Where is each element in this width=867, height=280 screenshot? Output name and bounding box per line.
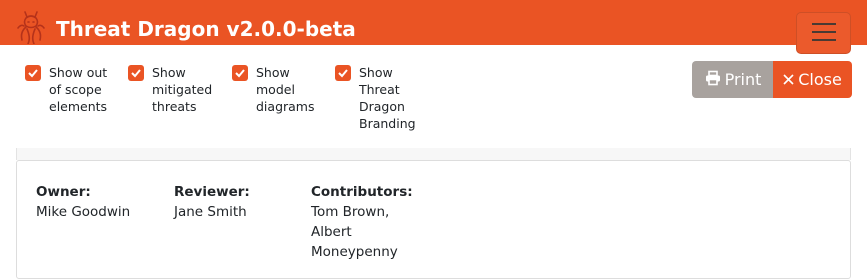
option-label-line: diagrams — [256, 99, 315, 114]
contributors-value: Tom Brown, — [311, 204, 390, 220]
card-header-strip — [16, 148, 851, 160]
checkbox-branding[interactable] — [335, 65, 351, 81]
option-label-line: Show — [359, 65, 393, 80]
option-label-line: Threat — [359, 82, 400, 97]
option-label-line: Branding — [359, 116, 416, 131]
hamburger-icon — [812, 23, 836, 25]
close-label: Close — [798, 70, 842, 89]
model-info-card: Owner: Mike Goodwin Reviewer: Jane Smith… — [16, 160, 851, 279]
option-label: Show out of scope elements — [49, 64, 107, 115]
hamburger-bar — [812, 39, 836, 41]
checkbox-model-diagrams[interactable] — [232, 65, 248, 81]
reviewer-value: Jane Smith — [174, 204, 247, 220]
reviewer-section: Reviewer: Jane Smith — [174, 182, 250, 222]
option-label-line: Show — [152, 65, 186, 80]
close-button[interactable]: Close — [773, 61, 852, 98]
option-label-line: threats — [152, 99, 197, 114]
contributors-section: Contributors: Tom Brown, Albert Moneypen… — [311, 182, 413, 262]
checkbox-mitigated-threats[interactable] — [128, 65, 144, 81]
option-show-branding[interactable]: Show Threat Dragon Branding — [335, 64, 416, 132]
owner-value: Mike Goodwin — [36, 204, 131, 220]
navbar: Threat Dragon v2.0.0-beta — [0, 0, 867, 54]
contributors-heading: Contributors: — [311, 184, 413, 200]
checkmark-icon — [28, 69, 38, 78]
option-label-line: mitigated — [152, 82, 213, 97]
owner-heading: Owner: — [36, 184, 91, 200]
option-label-line: of scope — [49, 82, 102, 97]
option-label-line: Show — [256, 65, 290, 80]
contributors-value: Moneypenny — [311, 244, 398, 260]
option-label-line: elements — [49, 99, 108, 114]
close-icon — [783, 70, 794, 89]
checkmark-icon — [235, 69, 245, 78]
option-show-mitigated-threats[interactable]: Show mitigated threats — [128, 64, 212, 115]
option-label-line: Show out — [49, 65, 108, 80]
option-show-model-diagrams[interactable]: Show model diagrams — [232, 64, 315, 115]
app-title[interactable]: Threat Dragon v2.0.0-beta — [56, 16, 356, 42]
print-button[interactable]: Print — [692, 61, 774, 98]
checkbox-out-of-scope[interactable] — [25, 65, 41, 81]
option-label-line: Dragon — [359, 99, 405, 114]
option-label-line: model — [256, 82, 295, 97]
owner-section: Owner: Mike Goodwin — [36, 182, 130, 222]
option-label: Show Threat Dragon Branding — [359, 64, 416, 132]
option-show-out-of-scope[interactable]: Show out of scope elements — [25, 64, 107, 115]
reviewer-heading: Reviewer: — [174, 184, 250, 200]
contributors-value: Albert — [311, 224, 352, 240]
menu-toggle-button[interactable] — [796, 12, 851, 54]
printer-icon — [705, 70, 721, 90]
option-label: Show mitigated threats — [152, 64, 212, 115]
checkmark-icon — [338, 69, 348, 78]
print-label: Print — [724, 70, 762, 89]
dragon-logo-icon[interactable] — [16, 8, 46, 45]
option-label: Show model diagrams — [256, 64, 315, 115]
checkmark-icon — [131, 69, 141, 78]
hamburger-bar — [812, 31, 836, 33]
